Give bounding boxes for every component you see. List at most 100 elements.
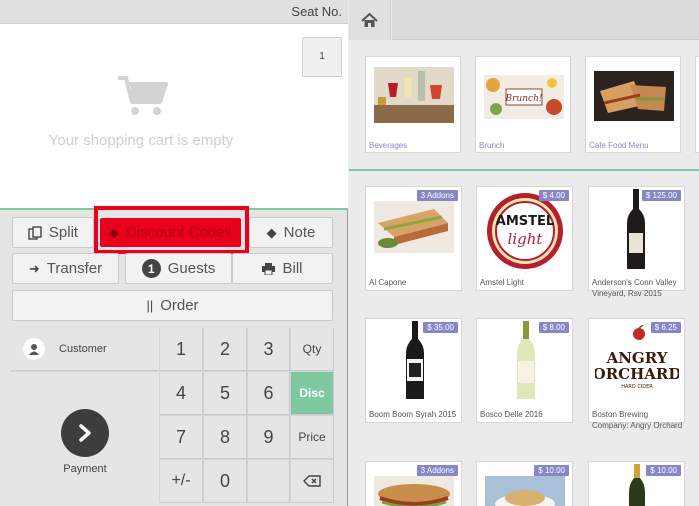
user-icon (23, 338, 45, 360)
product-badge: $ 10.00 (646, 465, 681, 476)
category-label: Beverages (369, 141, 408, 150)
customer-label: Customer (59, 343, 107, 355)
key-0[interactable]: 0 (204, 460, 247, 503)
guests-button[interactable]: 1 Guests (125, 253, 232, 284)
category-label: Cafe Food Menu (589, 141, 649, 150)
disc-key[interactable]: Disc (291, 372, 334, 415)
order-panel: Seat No. 1 Your shopping cart is empty S… (0, 0, 348, 506)
cart-empty-message: Your shopping cart is empty (48, 132, 234, 149)
backspace-icon (303, 475, 321, 487)
product-card[interactable]: $ 35.00 Boom Boom Syrah 2015 (365, 318, 462, 423)
key-1[interactable]: 1 (160, 328, 203, 371)
seat-number-button[interactable]: 1 (302, 37, 342, 77)
brunch-image: Brunch! (484, 75, 564, 119)
light-text: light (508, 230, 544, 248)
cafe-food-image (594, 71, 674, 121)
bill-button[interactable]: Bill (232, 253, 333, 284)
bill-label: Bill (282, 260, 303, 277)
payment-label: Payment (63, 462, 107, 475)
transfer-button[interactable]: ➜ Transfer (12, 253, 119, 284)
product-badge: $ 8.00 (538, 322, 569, 333)
category-breadcrumb-bar (392, 0, 699, 40)
guests-label: Guests (167, 260, 216, 277)
payment-button[interactable]: Payment (11, 372, 159, 503)
key-3[interactable]: 3 (248, 328, 290, 371)
product-badge: $ 35.00 (423, 322, 458, 333)
product-card[interactable]: AMSTEL light $ 4.00 Amstel Light (476, 186, 573, 291)
backspace-key[interactable] (291, 460, 334, 503)
key-7[interactable]: 7 (160, 416, 203, 459)
product-card[interactable]: 3 Addons (365, 461, 462, 506)
customer-button[interactable]: Customer (11, 328, 159, 371)
beverages-image (374, 67, 454, 123)
split-icon (28, 225, 42, 240)
product-card[interactable]: ANGRY ORCHARD HARD CIDER $ 6.25 Boston B… (588, 318, 685, 430)
orchard-text: ORCHARD (595, 365, 679, 383)
product-card[interactable]: $ 10.00 (588, 461, 685, 506)
price-key[interactable]: Price (291, 416, 334, 459)
champagne-bottle-image (629, 464, 645, 506)
discount-highlight-box (94, 206, 249, 254)
wine-bottle-image (627, 189, 645, 269)
brunch-sign-text: Brunch! (505, 94, 543, 104)
split-label: Split (48, 224, 79, 241)
product-badge: $ 10.00 (534, 465, 569, 476)
hard-cider-text: HARD CIDER (621, 384, 653, 390)
product-card[interactable]: $ 125.00 Anderson's Conn Valley Vineyard… (588, 186, 685, 298)
product-card[interactable]: 3 Addons Al Capone (365, 186, 462, 291)
product-name: Al Capone (369, 278, 407, 287)
blank-key[interactable] (248, 460, 290, 503)
utensils-icon: || (146, 298, 154, 313)
home-tab[interactable] (349, 0, 391, 40)
product-badge: 3 Addons (416, 465, 458, 476)
product-name: Anderson's Conn Valley Vineyard, Rsv 201… (592, 278, 677, 298)
key-2[interactable]: 2 (204, 328, 247, 371)
category-beverages[interactable]: Beverages (365, 56, 461, 153)
tag-icon: ◆ (266, 224, 277, 240)
product-badge: $ 4.00 (538, 190, 569, 201)
home-icon (361, 12, 378, 27)
plus-minus-key[interactable]: +/- (160, 460, 203, 503)
product-name: Boston Brewing Company: Angry Orchard (592, 410, 683, 430)
key-5[interactable]: 5 (204, 372, 247, 415)
product-card[interactable]: $ 8.00 Bosco Delle 2016 (476, 318, 573, 423)
printer-icon (262, 262, 276, 275)
seat-bar: Seat No. (0, 0, 348, 24)
arrow-right-icon: ➜ (28, 260, 40, 276)
guests-count: 1 (141, 259, 161, 278)
seat-label: Seat No. (291, 4, 342, 19)
category-brunch[interactable]: Brunch! Brunch (475, 56, 571, 153)
order-label: Order (160, 297, 199, 314)
category-row: Beverages Brunch! Brunch Cafe Food Menu (349, 40, 699, 171)
food-plate-image (485, 476, 565, 506)
shopping-cart-icon (118, 76, 168, 115)
qty-key[interactable]: Qty (291, 328, 334, 371)
category-partial[interactable] (695, 56, 699, 153)
menu-panel: Beverages Brunch! Brunch Cafe Food Menu … (349, 0, 699, 506)
category-cafe-food-menu[interactable]: Cafe Food Menu (585, 56, 681, 153)
transfer-label: Transfer (46, 260, 103, 277)
key-4[interactable]: 4 (160, 372, 203, 415)
sandwich-image (374, 201, 454, 253)
product-badge: 3 Addons (416, 190, 458, 201)
angry-orchard-logo: ANGRY ORCHARD HARD CIDER (595, 325, 679, 390)
product-badge: $ 6.25 (650, 322, 681, 333)
split-button[interactable]: Split (12, 217, 94, 248)
note-button[interactable]: ◆ Note (249, 217, 333, 248)
product-name: Bosco Delle 2016 (480, 410, 543, 419)
product-name: Boom Boom Syrah 2015 (369, 410, 457, 419)
white-wine-bottle-image (517, 321, 535, 399)
key-9[interactable]: 9 (248, 416, 290, 459)
product-badge: $ 125.00 (641, 190, 681, 201)
product-name: Amstel Light (480, 278, 525, 287)
key-8[interactable]: 8 (204, 416, 247, 459)
chevron-right-icon (61, 408, 109, 457)
product-card[interactable]: $ 10.00 (476, 461, 573, 506)
amstel-logo: AMSTEL light (487, 193, 563, 269)
cart-area: 1 Your shopping cart is empty (0, 24, 348, 210)
sub-sandwich-image (374, 476, 454, 506)
order-button[interactable]: || Order (12, 290, 333, 321)
key-6[interactable]: 6 (248, 372, 290, 415)
category-label: Brunch (479, 141, 505, 150)
numeric-keypad: Customer Payment 1 2 3 Qty 4 5 6 Disc 7 … (11, 328, 334, 503)
